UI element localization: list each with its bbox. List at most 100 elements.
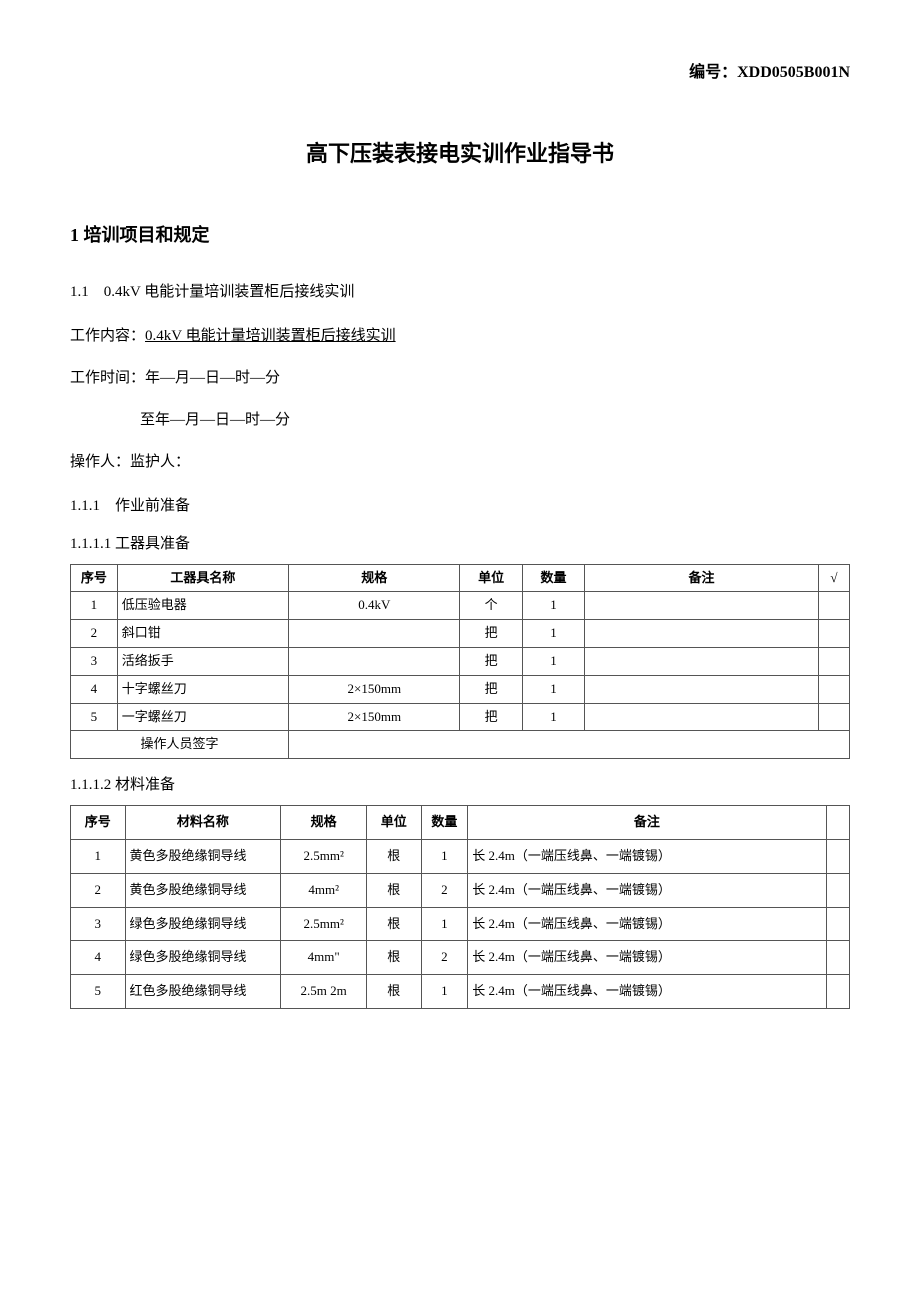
cell-name: 斜口钳: [117, 620, 288, 648]
work-content-value: 0.4kV 电能计量培训装置柜后接线实训: [145, 328, 396, 344]
th-check: √: [818, 564, 849, 592]
cell-no: 3: [71, 647, 118, 675]
tools-table: 序号 工器具名称 规格 单位 数量 备注 √ 1低压验电器0.4kV个12斜口钳…: [70, 564, 850, 760]
cell-spec: 4mm": [281, 941, 367, 975]
th-remark: 备注: [585, 564, 819, 592]
cell-no: 1: [71, 592, 118, 620]
cell-spec: 2.5m 2m: [281, 975, 367, 1009]
th2-qty: 数量: [421, 806, 468, 840]
section-1-1-1-1-heading: 1.1.1.1 工器具准备: [70, 532, 850, 556]
cell-name: 低压验电器: [117, 592, 288, 620]
cell-check: [818, 620, 849, 648]
cell-remark: 长 2.4m（一端压线鼻、一端镀锡）: [468, 873, 826, 907]
cell-remark: [585, 647, 819, 675]
cell-qty: 2: [421, 873, 468, 907]
cell-unit: 根: [367, 907, 422, 941]
cell-spec: 2×150mm: [289, 675, 460, 703]
cell-unit: 把: [460, 703, 522, 731]
cell-unit: 根: [367, 873, 422, 907]
cell-blank: [826, 941, 849, 975]
cell-no: 4: [71, 675, 118, 703]
work-time-line-2: 至年—月—日—时—分: [70, 408, 850, 432]
operator-line: 操作人：监护人：: [70, 450, 850, 474]
cell-remark: 长 2.4m（一端压线鼻、一端镀锡）: [468, 941, 826, 975]
table-row: 1低压验电器0.4kV个1: [71, 592, 850, 620]
th2-unit: 单位: [367, 806, 422, 840]
cell-name: 黄色多股绝缘铜导线: [125, 839, 281, 873]
th2-spec: 规格: [281, 806, 367, 840]
table-row: 4十字螺丝刀2×150mm把1: [71, 675, 850, 703]
cell-unit: 把: [460, 675, 522, 703]
doc-id-value: XDD0505B001N: [737, 64, 850, 81]
cell-name: 黄色多股绝缘铜导线: [125, 873, 281, 907]
cell-remark: [585, 592, 819, 620]
cell-unit: 根: [367, 839, 422, 873]
signature-label: 操作人员签字: [71, 731, 289, 759]
signature-blank: [289, 731, 850, 759]
cell-spec: 0.4kV: [289, 592, 460, 620]
tools-table-signature-row: 操作人员签字: [71, 731, 850, 759]
work-content-line: 工作内容：0.4kV 电能计量培训装置柜后接线实训: [70, 324, 850, 348]
doc-id-label: 编号：: [689, 64, 737, 81]
cell-spec: 2.5mm²: [281, 839, 367, 873]
table-row: 5一字螺丝刀2×150mm把1: [71, 703, 850, 731]
table-row: 5红色多股绝缘铜导线2.5m 2m根1长 2.4m（一端压线鼻、一端镀锡）: [71, 975, 850, 1009]
table-row: 2黄色多股绝缘铜导线4mm²根2长 2.4m（一端压线鼻、一端镀锡）: [71, 873, 850, 907]
cell-no: 5: [71, 975, 126, 1009]
cell-spec: [289, 647, 460, 675]
table-row: 3绿色多股绝缘铜导线2.5mm²根1长 2.4m（一端压线鼻、一端镀锡）: [71, 907, 850, 941]
th-spec: 规格: [289, 564, 460, 592]
section-1-1-1-2-heading: 1.1.1.2 材料准备: [70, 773, 850, 797]
document-id: 编号：XDD0505B001N: [70, 60, 850, 86]
cell-spec: 2×150mm: [289, 703, 460, 731]
cell-unit: 把: [460, 620, 522, 648]
document-title: 高下压装表接电实训作业指导书: [70, 136, 850, 171]
tools-table-header-row: 序号 工器具名称 规格 单位 数量 备注 √: [71, 564, 850, 592]
cell-qty: 1: [522, 675, 584, 703]
cell-spec: 2.5mm²: [281, 907, 367, 941]
cell-blank: [826, 975, 849, 1009]
cell-qty: 1: [421, 975, 468, 1009]
cell-check: [818, 592, 849, 620]
table-row: 3活络扳手 把1: [71, 647, 850, 675]
cell-no: 5: [71, 703, 118, 731]
cell-check: [818, 703, 849, 731]
cell-unit: 个: [460, 592, 522, 620]
section-1-1-1-heading: 1.1.1 作业前准备: [70, 494, 850, 518]
cell-remark: 长 2.4m（一端压线鼻、一端镀锡）: [468, 839, 826, 873]
cell-check: [818, 647, 849, 675]
work-content-label: 工作内容：: [70, 328, 145, 344]
cell-qty: 1: [421, 839, 468, 873]
cell-qty: 1: [522, 703, 584, 731]
cell-qty: 2: [421, 941, 468, 975]
cell-qty: 1: [421, 907, 468, 941]
cell-no: 1: [71, 839, 126, 873]
section-1-1-heading: 1.1 0.4kV 电能计量培训装置柜后接线实训: [70, 280, 850, 304]
cell-name: 一字螺丝刀: [117, 703, 288, 731]
cell-qty: 1: [522, 647, 584, 675]
cell-spec: 4mm²: [281, 873, 367, 907]
materials-table: 序号 材料名称 规格 单位 数量 备注 1黄色多股绝缘铜导线2.5mm²根1长 …: [70, 805, 850, 1009]
cell-blank: [826, 873, 849, 907]
section-1-heading: 1 培训项目和规定: [70, 221, 850, 250]
cell-remark: [585, 703, 819, 731]
cell-unit: 把: [460, 647, 522, 675]
work-time-line-1: 工作时间：年—月—日—时—分: [70, 366, 850, 390]
cell-name: 绿色多股绝缘铜导线: [125, 941, 281, 975]
cell-unit: 根: [367, 975, 422, 1009]
th-no: 序号: [71, 564, 118, 592]
cell-no: 4: [71, 941, 126, 975]
cell-unit: 根: [367, 941, 422, 975]
cell-blank: [826, 907, 849, 941]
cell-remark: [585, 620, 819, 648]
cell-name: 活络扳手: [117, 647, 288, 675]
cell-remark: 长 2.4m（一端压线鼻、一端镀锡）: [468, 907, 826, 941]
cell-spec: [289, 620, 460, 648]
th2-no: 序号: [71, 806, 126, 840]
table-row: 4绿色多股绝缘铜导线4mm"根2长 2.4m（一端压线鼻、一端镀锡）: [71, 941, 850, 975]
cell-qty: 1: [522, 620, 584, 648]
cell-no: 2: [71, 873, 126, 907]
th2-blank: [826, 806, 849, 840]
materials-table-header-row: 序号 材料名称 规格 单位 数量 备注: [71, 806, 850, 840]
th-qty: 数量: [522, 564, 584, 592]
